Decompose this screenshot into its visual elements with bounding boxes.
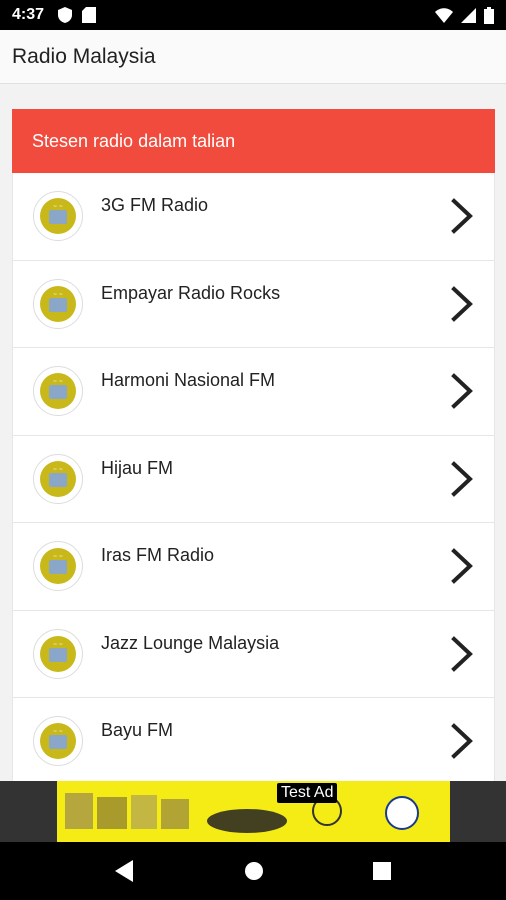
signal-icon [461,7,476,23]
station-name: Bayu FM [101,720,174,740]
ad-bar: Test Ad [0,781,506,842]
station-name: Hijau FM [101,457,174,478]
station-name: Jazz Lounge Malaysia [101,632,280,653]
status-time: 4:37 [12,6,45,23]
station-logo-icon: ~ ~ [33,366,83,416]
station-item[interactable]: ~ ~ Jazz Lounge Malaysia [12,610,495,698]
chevron-right-icon [451,548,473,584]
station-logo-icon: ~ ~ [33,191,83,241]
section-header-title: Stesen radio dalam talian [32,130,236,151]
svg-text:~ ~: ~ ~ [53,379,63,385]
navigation-bar [0,842,506,900]
station-item[interactable]: ~ ~ 3G FM Radio [12,173,495,261]
app-bar: Radio Malaysia [0,30,506,84]
station-logo-icon: ~ ~ [33,278,83,329]
chevron-right-icon [451,198,473,234]
recents-icon[interactable] [373,862,392,880]
chevron-right-icon [451,723,473,759]
station-name: 3G FM Radio [101,195,209,215]
station-name: Harmoni Nasional FM [101,370,276,390]
station-logo-icon: ~ ~ [33,453,83,504]
ad-label: Test Ad [277,783,338,803]
chevron-right-icon [451,285,473,322]
ad-banner[interactable]: Test Ad [57,781,450,842]
shield-icon [58,7,73,23]
station-item[interactable]: ~ ~ Harmoni Nasional FM [12,348,495,436]
ad-image [57,781,450,842]
station-name: Empayar Radio Rocks [101,282,281,303]
section-header: Stesen radio dalam talian [12,109,495,173]
sd-card-icon [82,7,97,23]
station-logo-icon: ~ ~ [33,628,83,679]
station-name: Iras FM Radio [101,545,215,565]
home-icon[interactable] [244,861,264,881]
station-item[interactable]: ~ ~ Iras FM Radio [12,523,495,611]
svg-text:~ ~: ~ ~ [53,729,63,735]
back-icon[interactable] [114,860,135,882]
chevron-right-icon [451,460,473,497]
station-logo-icon: ~ ~ [33,716,83,766]
status-bar: 4:37 [0,0,506,30]
station-list: ~ ~ 3G FM Radio ~ ~ Empayar Radio Rocks ~ ~ H… [12,173,495,781]
app-title: Radio Malaysia [12,44,156,68]
station-item[interactable]: ~ ~ Bayu FM [12,698,495,781]
battery-icon [484,6,494,24]
content-area[interactable]: Stesen radio dalam talian ~ ~ 3G FM Radio… [0,84,506,781]
station-logo-icon: ~ ~ [33,541,83,591]
station-item[interactable]: ~ ~ Empayar Radio Rocks [12,260,495,348]
svg-text:~ ~: ~ ~ [53,554,63,560]
chevron-right-icon [451,635,473,672]
station-item[interactable]: ~ ~ Hijau FM [12,435,495,523]
wifi-icon [435,7,453,23]
svg-text:~ ~: ~ ~ [53,292,63,298]
chevron-right-icon [451,373,473,409]
svg-text:~ ~: ~ ~ [53,204,63,210]
svg-text:~ ~: ~ ~ [53,642,63,648]
svg-text:~ ~: ~ ~ [53,467,63,473]
